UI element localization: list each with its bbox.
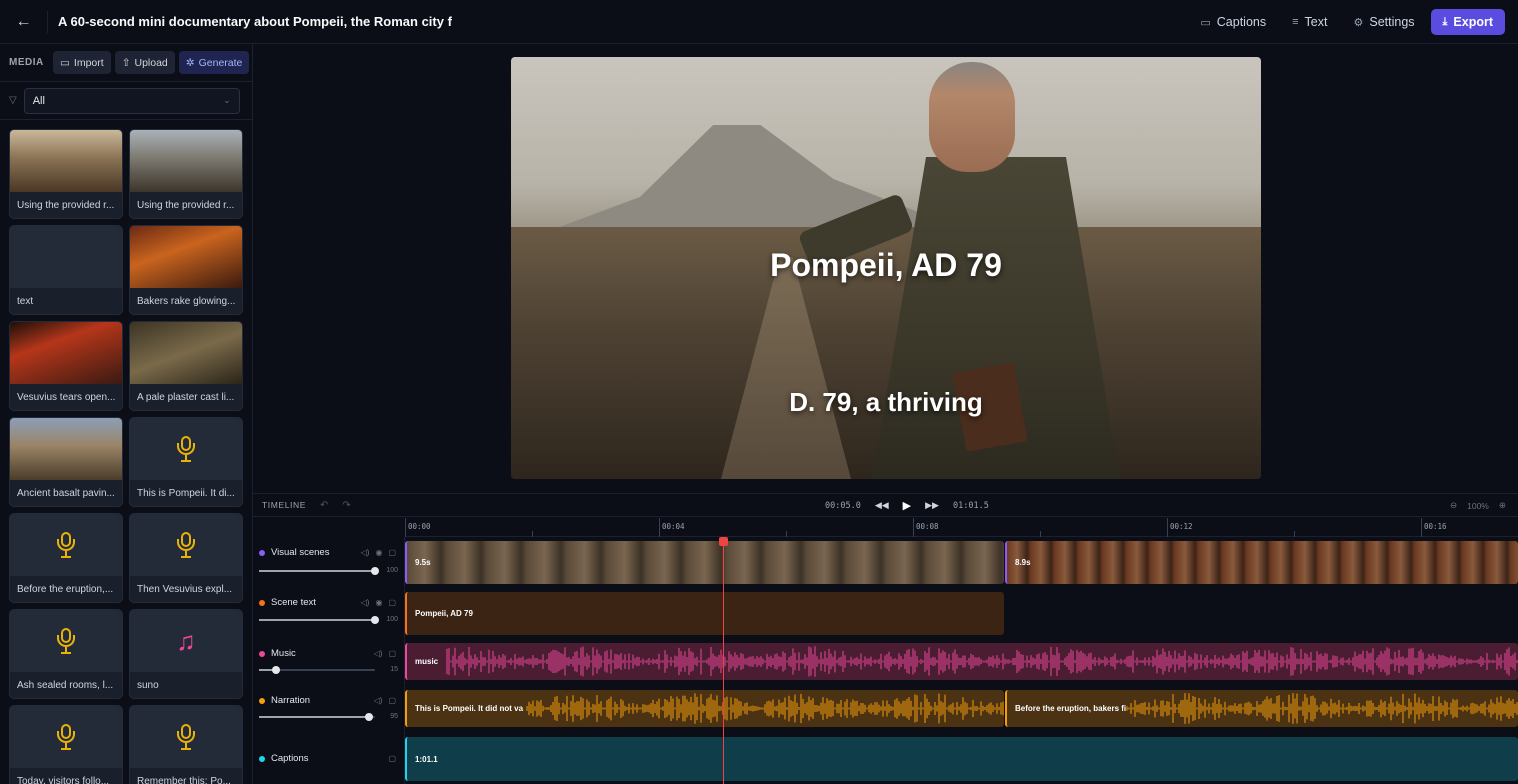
generate-button[interactable]: ✲ Generate [178, 51, 250, 74]
music-note-icon: ♫ [176, 626, 196, 656]
volume-slider[interactable] [259, 666, 375, 674]
gear-icon: ⚙ [1353, 16, 1364, 29]
media-item[interactable]: Vesuvius tears open... [9, 321, 123, 411]
lock-icon[interactable]: ▢ [388, 598, 396, 607]
track-header-captions: Captions ▢ [253, 731, 405, 784]
project-title[interactable]: A 60-second mini documentary about Pompe… [58, 14, 452, 29]
upload-icon: ⇧ [121, 56, 131, 69]
track-header-scene-text: Scene text ◁) ◉ ▢ 100 [253, 588, 405, 638]
image-thumbnail [130, 130, 242, 192]
image-thumbnail [130, 226, 242, 288]
export-button[interactable]: ⤓ Export [1430, 9, 1505, 35]
track-header-visual: Visual scenes ◁) ◉ ▢ 100 [253, 537, 405, 587]
total-duration: 01:01.5 [952, 500, 989, 511]
microphone-icon [177, 532, 195, 558]
microphone-icon [57, 532, 75, 558]
redo-icon[interactable]: ↷ [342, 500, 350, 511]
playhead[interactable] [723, 537, 724, 784]
image-thumbnail [130, 322, 242, 384]
download-icon: ⤓ [1442, 15, 1448, 28]
microphone-icon [57, 628, 75, 654]
media-item[interactable]: Remember this: Po... [129, 705, 243, 784]
media-filter-select[interactable]: All ⌄ [23, 87, 240, 114]
microphone-icon [57, 724, 75, 750]
eye-icon[interactable]: ◉ [375, 548, 382, 557]
speaker-icon[interactable]: ◁) [374, 649, 383, 658]
filter-icon: ▽ [9, 95, 17, 106]
narration-clip[interactable]: This is Pompeii. It did not va [405, 690, 1004, 727]
upload-button[interactable]: ⇧ Upload [114, 51, 175, 74]
music-clip[interactable]: music [405, 643, 1518, 680]
media-item[interactable]: This is Pompeii. It di... [129, 417, 243, 507]
image-thumbnail [10, 418, 122, 480]
media-item[interactable]: Today, visitors follo... [9, 705, 123, 784]
speaker-icon[interactable]: ◁) [361, 548, 370, 557]
top-bar: ← A 60-second mini documentary about Pom… [0, 0, 1518, 44]
captions-icon: ▭ [1200, 16, 1211, 29]
narration-clip[interactable]: Before the eruption, bakers fi [1005, 690, 1518, 727]
microphone-icon [177, 436, 195, 462]
media-item[interactable]: Before the eruption,... [9, 513, 123, 603]
undo-icon[interactable]: ↶ [320, 500, 328, 511]
sparkle-icon: ✲ [185, 56, 195, 69]
media-grid: Using the provided r... Using the provid… [9, 129, 243, 784]
chevron-down-icon: ⌄ [223, 95, 231, 105]
media-item[interactable]: Ancient basalt pavin... [9, 417, 123, 507]
timeline-panel: TIMELINE ↶ ↷ 00:05.0 ◀◀ ▶ ▶▶ 01:01.5 ⊖ 10… [253, 493, 1518, 784]
text-button[interactable]: ≡ Text [1282, 9, 1337, 35]
lock-icon[interactable]: ▢ [388, 649, 396, 658]
media-item[interactable]: A pale plaster cast li... [129, 321, 243, 411]
media-item[interactable]: ♫ suno [129, 609, 243, 699]
lock-icon[interactable]: ▢ [388, 548, 396, 557]
back-button[interactable]: ← [0, 10, 48, 33]
folder-icon: ▭ [60, 56, 70, 69]
zoom-in-icon[interactable]: ⊕ [1499, 500, 1506, 511]
media-item[interactable]: text [9, 225, 123, 315]
track-header-music: Music ◁) ▢ 15 [253, 639, 405, 685]
speaker-icon[interactable]: ◁) [361, 598, 370, 607]
speaker-icon[interactable]: ◁) [374, 696, 383, 705]
volume-slider[interactable] [259, 567, 379, 575]
import-button[interactable]: ▭ Import [53, 51, 111, 74]
fast-forward-icon[interactable]: ▶▶ [925, 500, 939, 511]
track-header-narration: Narration ◁) ▢ 95 [253, 686, 405, 730]
current-time: 00:05.0 [825, 500, 861, 511]
timeline-heading: TIMELINE [262, 500, 307, 510]
rewind-icon[interactable]: ◀◀ [875, 500, 889, 511]
eye-icon[interactable]: ◉ [375, 598, 382, 607]
media-sidebar: MEDIA ▭ Import ⇧ Upload ✲ Generate ▽ All ⌄ … [0, 44, 253, 784]
settings-button[interactable]: ⚙ Settings [1343, 9, 1424, 35]
text-thumbnail [10, 226, 122, 288]
text-lines-icon: ≡ [1292, 16, 1299, 28]
media-item[interactable]: Using the provided r... [9, 129, 123, 219]
play-icon[interactable]: ▶ [903, 499, 911, 512]
captions-clip[interactable]: 1:01.1 [405, 737, 1518, 781]
media-item[interactable]: Ash sealed rooms, l... [9, 609, 123, 699]
media-item[interactable]: Then Vesuvius expl... [129, 513, 243, 603]
zoom-level: 100% [1467, 500, 1489, 511]
volume-slider[interactable] [259, 616, 379, 624]
media-item[interactable]: Using the provided r... [129, 129, 243, 219]
scene-title-overlay[interactable]: Pompeii, AD 79 [511, 247, 1261, 284]
visual-clip[interactable]: 9.5s [405, 541, 1004, 584]
lock-icon[interactable]: ▢ [388, 696, 396, 705]
image-thumbnail [10, 130, 122, 192]
lock-icon[interactable]: ▢ [388, 754, 396, 763]
zoom-out-icon[interactable]: ⊖ [1450, 500, 1457, 511]
caption-overlay[interactable]: D. 79, a thriving [511, 387, 1261, 418]
volume-slider[interactable] [259, 713, 375, 721]
captions-button[interactable]: ▭ Captions [1190, 9, 1276, 35]
visual-clip[interactable]: 8.9s [1005, 541, 1518, 584]
media-heading: MEDIA [9, 57, 44, 68]
music-waveform [446, 646, 1518, 677]
media-item[interactable]: Bakers rake glowing... [129, 225, 243, 315]
arrow-left-icon: ← [15, 12, 32, 30]
scene-text-clip[interactable]: Pompeii, AD 79 [405, 592, 1004, 635]
video-preview[interactable]: Pompeii, AD 79 D. 79, a thriving [511, 57, 1261, 479]
image-thumbnail [10, 322, 122, 384]
microphone-icon [177, 724, 195, 750]
time-ruler[interactable]: 00:00 00:04 00:08 00:12 00:16 [405, 518, 1518, 537]
